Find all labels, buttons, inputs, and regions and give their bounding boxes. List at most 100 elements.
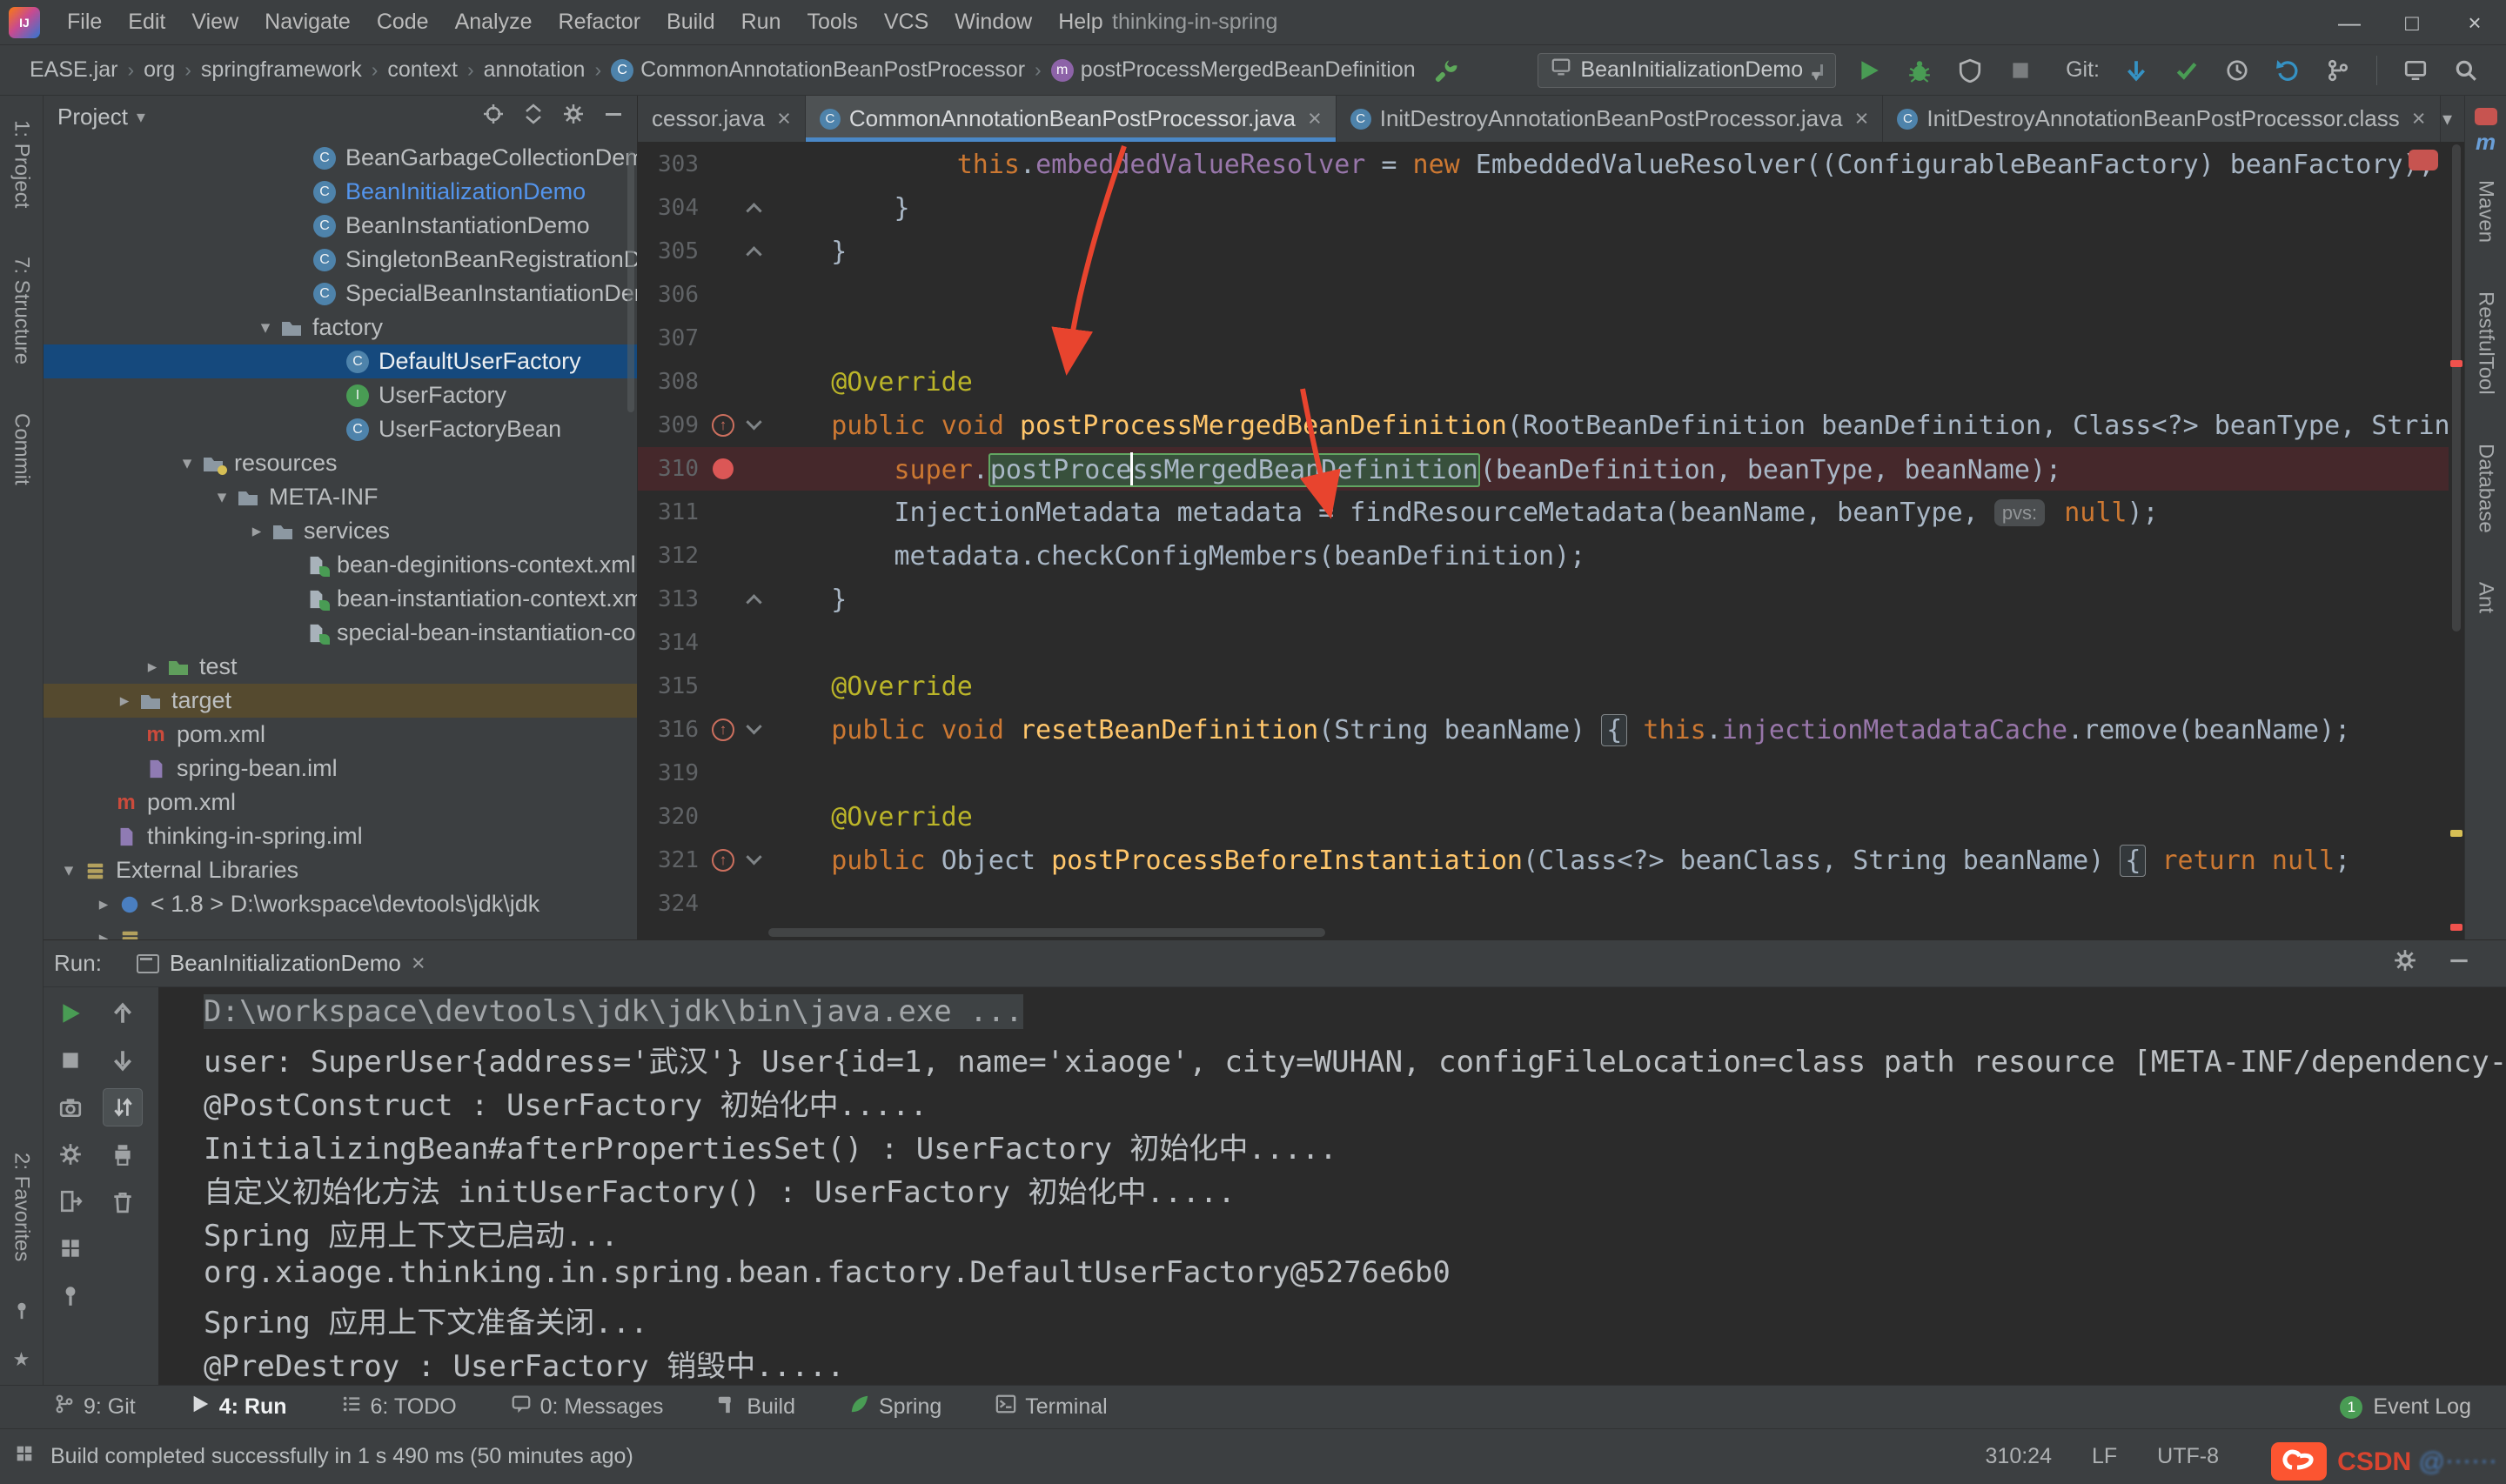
line-number[interactable]: 315 xyxy=(638,673,707,699)
line-number[interactable]: 307 xyxy=(638,325,707,351)
tree-item-userfactorybean[interactable]: CUserFactoryBean xyxy=(44,412,637,446)
menu-build[interactable]: Build xyxy=(653,10,728,35)
close-button[interactable]: × xyxy=(2443,0,2506,45)
menu-refactor[interactable]: Refactor xyxy=(546,10,653,35)
git-branch-icon[interactable] xyxy=(2321,53,2355,88)
tree-item-beaninitializationdemo[interactable]: CBeanInitializationDemo xyxy=(44,175,637,209)
menu-tools[interactable]: Tools xyxy=(794,10,870,35)
stripe-ant[interactable]: Ant xyxy=(2474,582,2498,613)
stripe-structure[interactable]: 7: Structure xyxy=(10,257,34,364)
menu-help[interactable]: Help xyxy=(1045,10,1116,35)
breakpoint-icon[interactable] xyxy=(713,458,734,479)
line-number[interactable]: 308 xyxy=(638,369,707,395)
toolwindow-button-build[interactable]: Build xyxy=(717,1394,795,1420)
tree-item-external-libraries[interactable]: ▾External Libraries xyxy=(44,853,637,887)
line-ending-widget[interactable]: LF xyxy=(2092,1444,2117,1469)
warning-stripe-mark[interactable] xyxy=(2450,830,2462,837)
menu-view[interactable]: View xyxy=(178,10,251,35)
debug-button[interactable] xyxy=(1902,53,1937,88)
hidden-tabs-icon[interactable]: ▾ xyxy=(2442,96,2452,143)
tree-item--1.8-d-workspace-devtools-jdk-jdk[interactable]: ▸< 1.8 > D:\workspace\devtools\jdk\jdk xyxy=(44,887,637,921)
breadcrumb-item[interactable]: context xyxy=(387,57,458,83)
code-line-321[interactable]: 321↑ public Object postProcessBeforeInst… xyxy=(638,839,2449,882)
line-number[interactable]: 304 xyxy=(638,195,707,221)
menu-analyze[interactable]: Analyze xyxy=(442,10,546,35)
toolwindow-button-git[interactable]: 9: Git xyxy=(54,1394,136,1420)
code-line-305[interactable]: 305 } xyxy=(638,230,2449,273)
stop-button[interactable] xyxy=(50,1041,90,1080)
inspections-widget[interactable] xyxy=(2409,150,2438,170)
error-stripe-mark[interactable] xyxy=(2450,924,2462,931)
editor-tab[interactable]: CInitDestroyAnnotationBeanPostProcessor.… xyxy=(1883,96,2440,142)
star-icon[interactable]: ★ xyxy=(13,1348,30,1371)
tree-item-factory[interactable]: ▾factory xyxy=(44,311,637,344)
fold-marker-icon[interactable] xyxy=(746,203,761,218)
minimize-button[interactable]: — xyxy=(2318,0,2381,45)
override-marker-icon[interactable]: ↑ xyxy=(712,849,734,872)
close-tab-icon[interactable]: × xyxy=(777,105,791,132)
menu-edit[interactable]: Edit xyxy=(115,10,178,35)
expand-arrow-open[interactable]: ▾ xyxy=(56,859,82,881)
tree-item-target[interactable]: ▸target xyxy=(44,684,637,718)
project-panel-title[interactable]: Project xyxy=(57,104,128,130)
code-line-307[interactable]: 307 xyxy=(638,317,2449,360)
code-line-320[interactable]: 320 @Override xyxy=(638,795,2449,839)
menu-vcs[interactable]: VCS xyxy=(871,10,941,35)
layout-icon[interactable] xyxy=(2398,53,2433,88)
restore-layout-icon[interactable] xyxy=(50,1229,90,1267)
tree-item-test[interactable]: ▸test xyxy=(44,650,637,684)
tree-item[interactable]: ▸ xyxy=(44,921,637,939)
file-encoding-widget[interactable]: UTF-8 xyxy=(2157,1444,2219,1469)
breadcrumb-item[interactable]: mpostProcessMergedBeanDefinition xyxy=(1051,57,1416,83)
stripe-commit[interactable]: Commit xyxy=(10,413,34,485)
caret-position-widget[interactable]: 310:24 xyxy=(1986,1444,2052,1469)
override-marker-icon[interactable]: ↑ xyxy=(712,719,734,741)
expand-arrow-closed[interactable]: ▸ xyxy=(244,520,270,542)
tree-item-spring-bean.iml[interactable]: spring-bean.iml xyxy=(44,752,637,785)
line-number[interactable]: 303 xyxy=(638,151,707,177)
line-number[interactable]: 306 xyxy=(638,282,707,308)
expand-arrow-closed[interactable]: ▸ xyxy=(111,690,137,712)
hide-panel-icon[interactable] xyxy=(2447,948,2471,979)
up-stack-icon[interactable] xyxy=(103,994,143,1033)
soft-wrap-icon[interactable] xyxy=(103,1088,143,1126)
editor-scrollbar[interactable] xyxy=(2449,143,2464,939)
breadcrumb-item[interactable]: annotation xyxy=(484,57,586,83)
code-line-319[interactable]: 319 xyxy=(638,752,2449,795)
code-line-313[interactable]: 313 } xyxy=(638,578,2449,621)
tree-item-beangarbagecollectiondemo[interactable]: CBeanGarbageCollectionDemo xyxy=(44,141,637,175)
stripe-maven[interactable]: Maven xyxy=(2474,180,2498,243)
tree-item-meta-inf[interactable]: ▾META-INF xyxy=(44,480,637,514)
expand-arrow-open[interactable]: ▾ xyxy=(252,317,278,338)
close-tab-icon[interactable]: × xyxy=(1308,105,1322,132)
toolwindow-button-terminal[interactable]: Terminal xyxy=(995,1394,1107,1420)
stripe-project[interactable]: 1: Project xyxy=(10,120,34,208)
line-number[interactable]: 316 xyxy=(638,717,707,743)
maximize-button[interactable]: □ xyxy=(2381,0,2443,45)
project-scrollbar[interactable] xyxy=(627,151,634,412)
down-stack-icon[interactable] xyxy=(103,1041,143,1080)
wrench-icon[interactable] xyxy=(1435,57,1461,84)
expand-arrow-closed[interactable]: ▸ xyxy=(139,656,165,678)
toolwindow-button-run[interactable]: 4: Run xyxy=(190,1394,287,1420)
scrollbar-thumb[interactable] xyxy=(2452,144,2461,632)
tree-item-bean-deginitions-context.xml[interactable]: bean-deginitions-context.xml xyxy=(44,548,637,582)
tree-item-bean-instantiation-context.xml[interactable]: bean-instantiation-context.xml xyxy=(44,582,637,616)
fold-marker-icon[interactable] xyxy=(746,849,761,865)
tree-item-resources[interactable]: ▾resources xyxy=(44,446,637,480)
menu-navigate[interactable]: Navigate xyxy=(251,10,364,35)
pin-tab-icon[interactable] xyxy=(50,1276,90,1314)
tree-item-specialbeaninstantiationdemo[interactable]: CSpecialBeanInstantiationDemo xyxy=(44,277,637,311)
toolwindow-button-spring[interactable]: Spring xyxy=(849,1394,941,1420)
line-number[interactable]: 321 xyxy=(638,847,707,873)
code-line-315[interactable]: 315 @Override xyxy=(638,665,2449,708)
tree-item-services[interactable]: ▸services xyxy=(44,514,637,548)
pin-icon[interactable] xyxy=(11,1300,32,1320)
hide-panel-icon[interactable] xyxy=(602,103,625,131)
code-line-304[interactable]: 304 } xyxy=(638,186,2449,230)
close-tab-icon[interactable]: × xyxy=(1855,105,1869,132)
gear-icon[interactable] xyxy=(2393,948,2417,979)
menu-file[interactable]: File xyxy=(54,10,115,35)
expand-arrow-closed[interactable]: ▸ xyxy=(90,927,117,939)
run-config-selector[interactable]: BeanInitializationDemo▾ xyxy=(1538,53,1836,88)
